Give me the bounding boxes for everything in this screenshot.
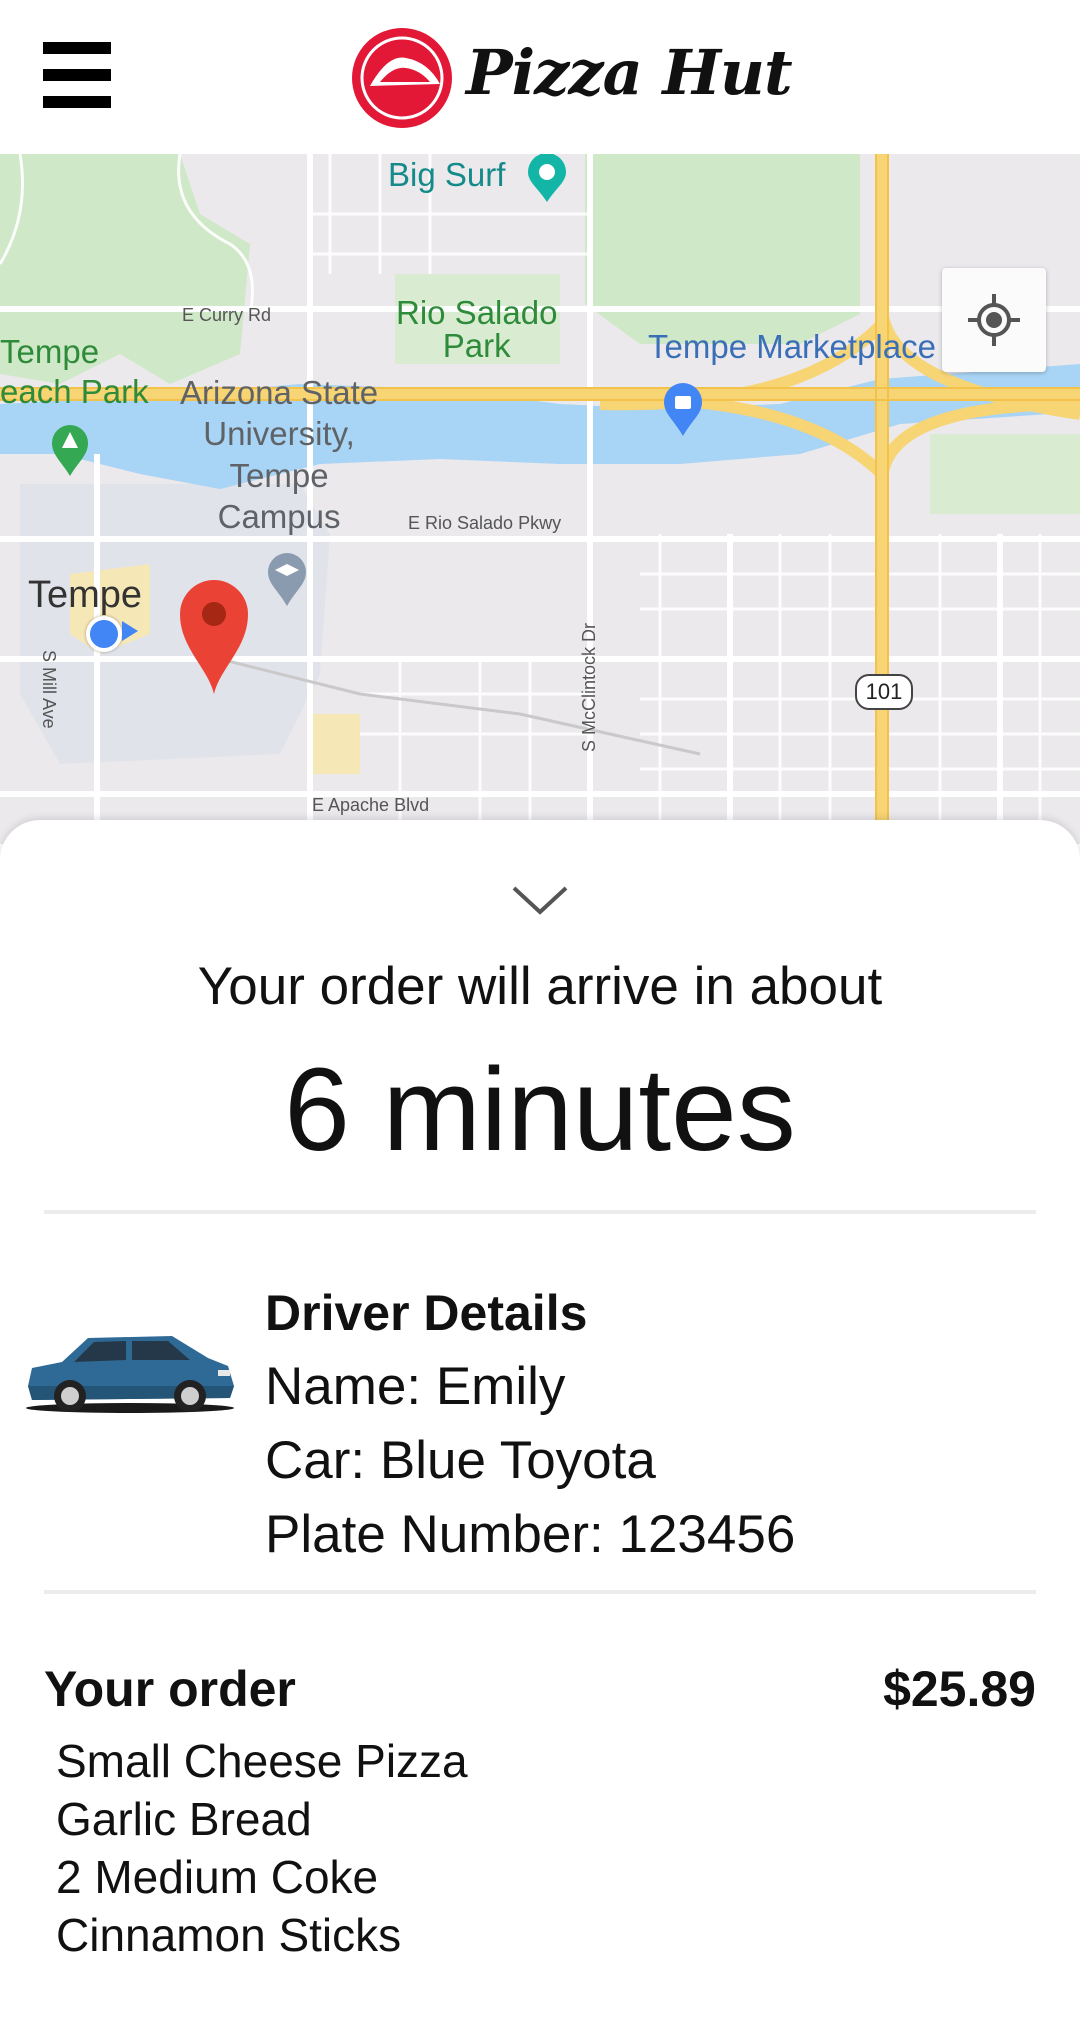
divider xyxy=(44,1590,1036,1594)
order-item: 2 Medium Coke xyxy=(56,1851,379,1903)
map-label-rio-salado-park: Rio Salado Park xyxy=(396,294,558,364)
park-pin-icon[interactable] xyxy=(50,424,90,478)
map-label-tempe-beach-park: Tempe each Park xyxy=(0,333,149,410)
map-label-e-rio-salado-pkwy: E Rio Salado Pkwy xyxy=(408,513,562,533)
pizza-hut-logo[interactable]: Pizza Hut xyxy=(348,24,793,130)
map-label-big-surf: Big Surf xyxy=(388,156,506,193)
divider xyxy=(44,1210,1036,1214)
chevron-down-icon xyxy=(512,886,568,915)
map-label-asu: Arizona State University, Tempe Campus xyxy=(180,374,379,535)
user-direction-icon xyxy=(122,621,138,641)
my-location-icon xyxy=(968,294,1020,346)
arrival-time: 6 minutes xyxy=(284,1044,796,1176)
shopping-pin-icon[interactable] xyxy=(662,382,704,438)
map-label-e-apache-blvd: E Apache Blvd xyxy=(312,795,430,815)
driver-details: Driver Details Name: Emily Car: Blue Toy… xyxy=(265,1276,1045,1572)
order-item: Cinnamon Sticks xyxy=(56,1909,402,1961)
delivery-map[interactable]: Big Surf Rio Salado Park Tempe each Park… xyxy=(0,154,1080,844)
water-park-pin-icon[interactable] xyxy=(526,154,568,204)
map-label-tempe: Tempe xyxy=(28,574,143,616)
order-title: Your order xyxy=(44,1661,296,1717)
hamburger-menu-icon[interactable] xyxy=(40,38,114,112)
map-label-tempe-marketplace: Tempe Marketplace xyxy=(648,328,936,365)
app-header: Pizza Hut xyxy=(0,0,1080,154)
order-item: Small Cheese Pizza xyxy=(56,1735,468,1787)
university-pin-icon[interactable] xyxy=(266,552,308,608)
order-item: Garlic Bread xyxy=(56,1793,312,1845)
user-location-dot xyxy=(86,616,122,652)
map-label-s-mill-ave: S Mill Ave xyxy=(39,650,59,729)
driver-car: Car: Blue Toyota xyxy=(265,1431,656,1490)
order-items-list: Small Cheese Pizza Garlic Bread 2 Medium… xyxy=(56,1732,956,1964)
logo-text: Pizza Hut xyxy=(466,36,793,109)
my-location-button[interactable] xyxy=(942,268,1046,372)
arrival-message: Your order will arrive in about xyxy=(197,957,883,1016)
driver-name: Name: Emily xyxy=(265,1357,566,1416)
destination-marker-icon[interactable] xyxy=(178,578,250,696)
highway-101-shield: 101 xyxy=(855,674,913,710)
driver-details-title: Driver Details xyxy=(265,1285,588,1341)
order-total: $25.89 xyxy=(883,1661,1036,1717)
map-label-s-mcclintock-dr: S McClintock Dr xyxy=(579,622,599,752)
driver-plate: Plate Number: 123456 xyxy=(265,1505,796,1564)
map-label-e-curry-rd: E Curry Rd xyxy=(182,305,272,325)
order-status-sheet: Your order will arrive in about 6 minute… xyxy=(0,820,1080,2022)
collapse-sheet-button[interactable] xyxy=(500,874,580,924)
blue-car-icon xyxy=(26,1336,234,1413)
